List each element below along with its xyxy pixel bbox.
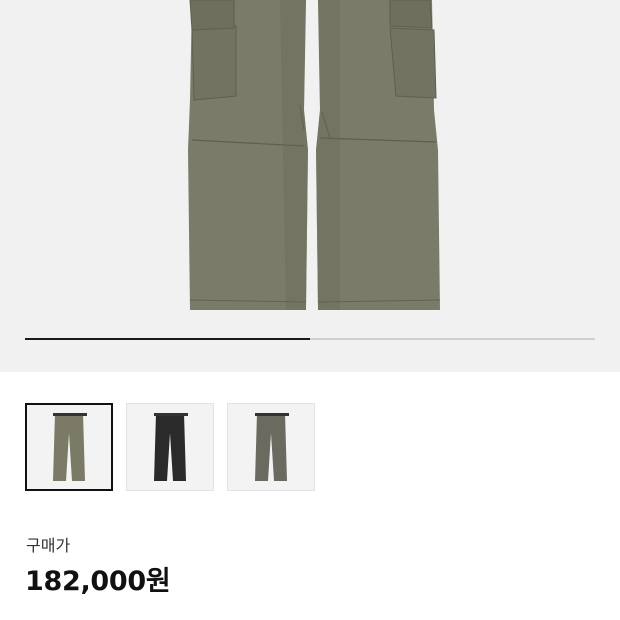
- product-image-cargo-pants: [188, 0, 441, 310]
- product-image-area[interactable]: [0, 0, 620, 372]
- pants-thumbnail-icon: [154, 413, 188, 481]
- image-slider-progress: [25, 338, 595, 340]
- color-thumbnail-list: [25, 403, 315, 493]
- price-label: 구매가: [26, 536, 71, 555]
- price-value: 182,000원: [25, 566, 171, 597]
- pants-thumbnail-icon: [53, 413, 87, 481]
- pants-thumbnail-icon: [255, 413, 289, 481]
- thumbnail-grey-pants[interactable]: [227, 403, 315, 491]
- thumbnail-black-pants[interactable]: [126, 403, 214, 491]
- thumbnail-olive-pants[interactable]: [25, 403, 113, 491]
- image-slider-progress-fill: [25, 338, 310, 340]
